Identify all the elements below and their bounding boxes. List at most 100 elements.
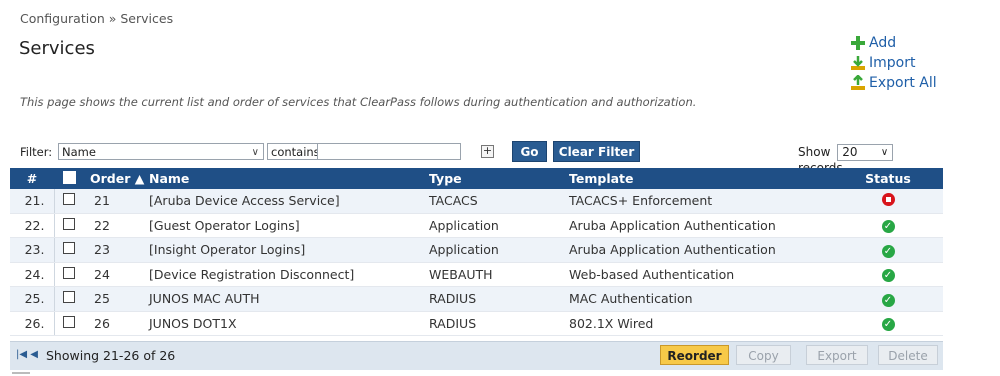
row-checkbox-cell[interactable]	[54, 311, 84, 336]
row-number: 23.	[10, 237, 55, 263]
row-checkbox[interactable]	[63, 291, 76, 304]
row-type: WEBAUTH	[429, 262, 569, 287]
row-name[interactable]: JUNOS DOT1X	[149, 311, 429, 336]
export-icon	[851, 75, 865, 90]
row-type: RADIUS	[429, 311, 569, 336]
copy-button[interactable]: Copy	[736, 345, 791, 365]
table-header-row: # Order ▲ Name Type Template Status	[10, 168, 943, 189]
pagination-status: Showing 21-26 of 26	[46, 348, 176, 363]
enabled-status-icon: ✓	[881, 220, 895, 234]
row-number: 24.	[10, 262, 55, 287]
column-header-order[interactable]: Order ▲	[84, 168, 149, 189]
column-header-status[interactable]: Status	[833, 168, 943, 189]
add-link[interactable]: Add	[850, 33, 937, 53]
column-header-template[interactable]: Template	[569, 168, 833, 189]
reorder-button[interactable]: Reorder	[660, 345, 729, 365]
row-number: 21.	[10, 189, 55, 214]
table-row[interactable]: 25. 25 JUNOS MAC AUTH RADIUS MAC Authenticat…	[10, 286, 943, 312]
row-checkbox[interactable]	[63, 242, 76, 255]
row-template: 802.1X Wired	[569, 311, 833, 336]
row-order: 25	[84, 286, 149, 312]
breadcrumb[interactable]: Configuration » Services	[20, 11, 173, 26]
export-all-link[interactable]: Export All	[850, 73, 937, 93]
actions-panel: Add Import Export All	[850, 33, 937, 93]
enabled-status-icon: ✓	[881, 318, 895, 332]
row-checkbox-cell[interactable]	[54, 286, 84, 312]
row-checkbox-cell[interactable]	[54, 262, 84, 287]
row-name[interactable]: [Insight Operator Logins]	[149, 237, 429, 263]
clear-filter-button[interactable]: Clear Filter	[553, 141, 640, 162]
export-all-label: Export All	[869, 75, 937, 91]
row-template: MAC Authentication	[569, 286, 833, 312]
row-checkbox[interactable]	[63, 266, 76, 279]
row-template: Web-based Authentication	[569, 262, 833, 287]
row-checkbox[interactable]	[63, 217, 76, 230]
page-description: This page shows the current list and ord…	[20, 95, 697, 109]
import-icon	[851, 56, 865, 70]
row-type: TACACS	[429, 189, 569, 214]
enabled-status-icon: ✓	[881, 244, 895, 258]
select-all-checkbox[interactable]	[62, 170, 76, 184]
go-button[interactable]: Go	[512, 141, 547, 162]
row-checkbox-cell[interactable]	[54, 189, 84, 214]
scroll-indicator	[12, 372, 30, 374]
table-row[interactable]: 22. 22 [Guest Operator Logins] Application A…	[10, 213, 943, 238]
add-icon	[851, 36, 865, 50]
row-name[interactable]: [Guest Operator Logins]	[149, 213, 429, 238]
row-order: 23	[84, 237, 149, 263]
row-name[interactable]: JUNOS MAC AUTH	[149, 286, 429, 312]
table-footer: |◀ ◀ Showing 21-26 of 26 Reorder Copy Ex…	[10, 341, 943, 370]
row-number: 25.	[10, 286, 55, 312]
row-number: 22.	[10, 213, 55, 238]
row-order: 24	[84, 262, 149, 287]
row-name[interactable]: [Device Registration Disconnect]	[149, 262, 429, 287]
row-number: 26.	[10, 311, 55, 336]
row-type: Application	[429, 213, 569, 238]
add-filter-button[interactable]: +	[481, 145, 494, 158]
filter-operator-value: contains	[271, 145, 320, 159]
row-order: 22	[84, 213, 149, 238]
row-checkbox-cell[interactable]	[54, 237, 84, 263]
table-row[interactable]: 24. 24 [Device Registration Disconnect] WEB…	[10, 262, 943, 287]
column-header-type[interactable]: Type	[429, 168, 569, 189]
delete-button[interactable]: Delete	[878, 345, 938, 365]
import-label: Import	[869, 55, 916, 71]
enabled-status-icon: ✓	[881, 269, 895, 283]
table-row[interactable]: 21. 21 [Aruba Device Access Service] TACACS…	[10, 189, 943, 214]
export-button[interactable]: Export	[806, 345, 868, 365]
row-name[interactable]: [Aruba Device Access Service]	[149, 189, 429, 214]
add-label: Add	[869, 35, 897, 51]
records-per-page-select[interactable]: 20 ∨	[837, 144, 894, 161]
row-status: ✓	[833, 262, 943, 287]
row-status: ✓	[833, 286, 943, 312]
enabled-status-icon: ✓	[881, 293, 895, 307]
filter-field-value: Name	[62, 145, 96, 159]
row-order: 26	[84, 311, 149, 336]
column-header-num: #	[10, 168, 54, 189]
import-link[interactable]: Import	[850, 53, 937, 73]
filter-bar: Filter: Name ∨ contains ∨ + Go Clear Fil…	[20, 141, 942, 175]
row-checkbox[interactable]	[63, 193, 76, 206]
records-per-page-value: 20	[842, 145, 858, 159]
chevron-down-icon: ∨	[880, 147, 889, 158]
first-page-icon[interactable]: |◀ ◀	[16, 349, 38, 360]
row-status	[833, 189, 943, 214]
row-status: ✓	[833, 213, 943, 238]
chevron-down-icon: ∨	[251, 147, 259, 158]
row-order: 21	[84, 189, 149, 214]
row-type: RADIUS	[429, 286, 569, 312]
row-status: ✓	[833, 237, 943, 263]
table-row[interactable]: 23. 23 [Insight Operator Logins] Applicatio…	[10, 237, 943, 263]
row-checkbox-cell[interactable]	[54, 213, 84, 238]
table-row[interactable]: 26. 26 JUNOS DOT1X RADIUS 802.1X Wired ✓	[10, 311, 943, 336]
services-table: # Order ▲ Name Type Template Status 21. 2…	[10, 168, 943, 336]
row-checkbox[interactable]	[63, 315, 76, 328]
row-template: Aruba Application Authentication	[569, 237, 833, 263]
page-title: Services	[19, 38, 95, 59]
row-template: TACACS+ Enforcement	[569, 189, 833, 214]
select-all-checkbox-cell[interactable]	[54, 168, 84, 189]
row-template: Aruba Application Authentication	[569, 213, 833, 238]
column-header-name[interactable]: Name	[149, 168, 429, 189]
filter-value-input[interactable]	[317, 143, 461, 160]
filter-field-select[interactable]: Name ∨	[58, 143, 264, 160]
